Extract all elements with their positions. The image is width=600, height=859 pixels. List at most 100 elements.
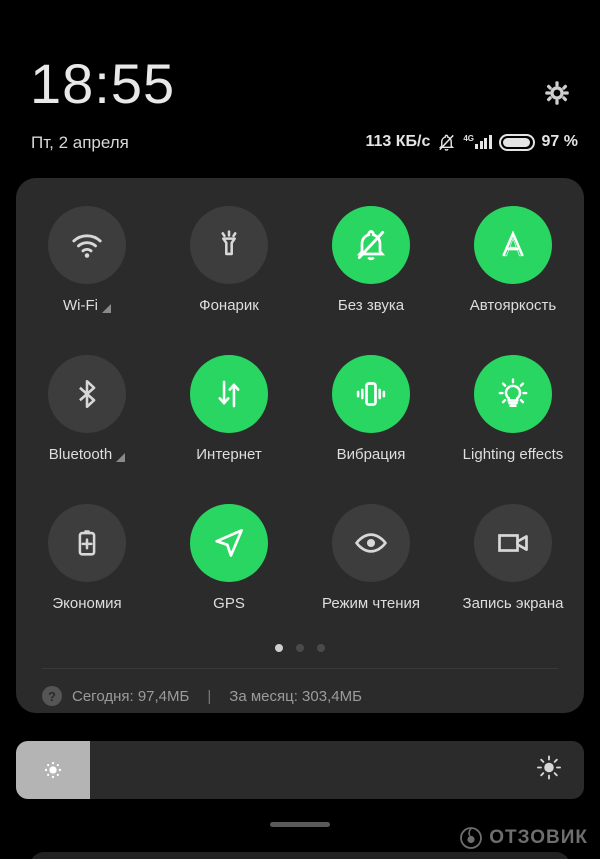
bell-muted-icon [356,230,386,261]
bluetooth-icon [79,379,96,409]
bell-muted-icon [439,134,455,151]
tile-label: Режим чтения [321,595,421,612]
data-usage-row[interactable]: ? Сегодня: 97,4МБ | За месяц: 303,4МБ [42,683,362,709]
tile-label-row: Автояркость [470,297,556,314]
sun-icon [537,755,561,780]
battery-level-label: 97 % [541,133,578,150]
tile-label: Lighting effects [462,446,564,463]
tile-flashlight[interactable]: Фонарик [158,192,300,341]
tile-label-row: Экономия [52,595,121,612]
tile-label: Экономия [52,595,122,612]
video-camera-icon [498,534,528,552]
page-dot-2[interactable] [296,644,304,652]
tile-mobile-data[interactable]: Интернет [158,341,300,490]
tile-label-row: Bluetooth [48,446,126,463]
quick-settings-tiles: Wi-Fi Фонарик Без звука A A Автояркость … [16,192,584,639]
signal-bars-icon [475,135,492,149]
tile-label-row: Вибрация [337,446,406,463]
mobile-data-icon [218,380,240,408]
data-usage-separator: | [207,687,212,705]
tile-screen-recorder[interactable]: Запись экрана [442,490,584,639]
watermark: ОТЗОВИК [459,826,588,850]
tile-label: GPS [213,595,245,612]
status-bar-icons: 113 КБ/с 4G 97 % [365,131,578,153]
date-label: Пт, 2 апреля [31,133,129,152]
tile-circle [190,355,268,433]
tile-label: Bluetooth [48,446,113,463]
phone-screen: 18:55 Пт, 2 апреля 113 КБ/с 4G 97 % Wi-F… [0,0,600,859]
brightness-high-icon [536,755,562,786]
brightness-slider[interactable] [16,741,584,799]
lightbulb-icon [498,378,528,407]
tile-label-row: Wi-Fi [63,297,111,314]
tile-circle [332,355,410,433]
tile-circle [190,504,268,582]
tile-vibration[interactable]: Вибрация [300,341,442,490]
tile-label: Вибрация [336,446,406,463]
tile-reading-mode[interactable]: Режим чтения [300,490,442,639]
clock: 18:55 [30,52,176,115]
tile-auto-brightness[interactable]: A A Автояркость [442,192,584,341]
tile-label-row: Режим чтения [322,595,420,612]
page-indicator[interactable] [16,644,584,652]
brightness-low-icon [44,761,62,779]
brightness-slider-fill [16,741,90,799]
home-indicator[interactable] [270,822,330,827]
tile-label: Интернет [196,446,262,463]
tile-circle [48,206,126,284]
battery-saver-icon [78,530,96,556]
location-arrow-icon [215,529,243,557]
tile-circle [332,504,410,582]
signal-icon: 4G [463,134,492,149]
notification-shade-header: 18:55 Пт, 2 апреля 113 КБ/с 4G 97 % [0,0,600,178]
data-usage-today: Сегодня: 97,4МБ [72,687,190,705]
battery-icon [498,133,535,151]
divider [42,668,558,669]
tile-label: Без звука [337,297,405,314]
vibration-icon [356,382,386,406]
tile-label: Wi-Fi [63,297,98,314]
tile-lighting-effects[interactable]: Lighting effects [442,341,584,490]
network-type-label: 4G [463,134,475,143]
tile-bluetooth[interactable]: Bluetooth [16,341,158,490]
tile-row: Wi-Fi Фонарик Без звука A A Автояркость [16,192,584,341]
network-speed-label: 113 КБ/с [365,133,431,150]
expand-triangle-icon[interactable] [116,453,126,462]
wifi-icon [72,234,102,258]
page-dot-1[interactable] [275,644,283,652]
tile-row: Экономия GPS Режим чтения Запись экрана [16,490,584,639]
data-usage-month: За месяц: 303,4МБ [229,687,362,705]
tile-label-row: Интернет [196,446,261,463]
gear-icon [545,81,569,105]
eye-icon [354,533,388,553]
settings-button[interactable] [542,78,572,108]
tile-label-row: Запись экрана [463,595,564,612]
tile-wifi[interactable]: Wi-Fi [16,192,158,341]
bottom-sheet-edge [30,852,570,859]
tile-silent-mode[interactable]: Без звука [300,192,442,341]
tile-label: Запись экрана [462,595,564,612]
tile-circle [190,206,268,284]
question-mark-icon[interactable]: ? [42,686,62,706]
expand-triangle-icon[interactable] [101,304,111,313]
tile-row: Bluetooth Интернет Вибрация Lighting eff… [16,341,584,490]
tile-label: Фонарик [199,297,259,314]
tile-label-row: GPS [213,595,245,612]
tile-label-row: Lighting effects [463,446,564,463]
flashlight-icon [221,230,237,256]
tile-battery-saver[interactable]: Экономия [16,490,158,639]
tile-circle [48,355,126,433]
tile-circle [474,504,552,582]
tile-label-row: Без звука [338,297,404,314]
tile-circle: A A [474,206,552,284]
auto-brightness-icon: A A [502,230,524,263]
tile-circle [48,504,126,582]
watermark-text: ОТЗОВИК [489,827,588,848]
tile-circle [332,206,410,284]
quick-settings-panel: Wi-Fi Фонарик Без звука A A Автояркость … [16,178,584,713]
tile-circle [474,355,552,433]
page-dot-3[interactable] [317,644,325,652]
tile-gps[interactable]: GPS [158,490,300,639]
tile-label: Автояркость [469,297,557,314]
otzovik-logo-icon [460,827,483,849]
